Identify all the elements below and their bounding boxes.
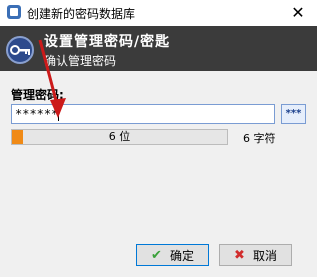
character-count: 6 字符: [243, 132, 276, 145]
check-icon: ✔: [151, 247, 162, 263]
close-button[interactable]: ✕: [287, 2, 309, 24]
banner-title: 设置管理密码/密匙: [44, 34, 171, 50]
app-icon: [7, 5, 21, 19]
password-quality-bar: 6 位: [11, 129, 228, 145]
text-caret: [58, 108, 60, 121]
password-quality-text: 6 位: [108, 130, 131, 143]
password-input[interactable]: ******: [11, 104, 275, 124]
ok-button-label: 确定: [169, 248, 194, 263]
ok-button[interactable]: ✔ 确定: [136, 244, 209, 266]
password-label: 管理密码:: [11, 88, 64, 102]
banner-subtitle: 确认管理密码: [44, 54, 117, 68]
toggle-password-visibility-button[interactable]: ***: [281, 104, 306, 124]
cancel-button-label: 取消: [252, 248, 277, 263]
x-icon: ✖: [234, 247, 245, 263]
window-title: 创建新的密码数据库: [27, 7, 136, 21]
title-bar: 创建新的密码数据库 ✕: [0, 0, 317, 27]
password-value: ******: [15, 107, 59, 121]
key-icon: [6, 36, 34, 64]
cancel-button[interactable]: ✖ 取消: [219, 244, 292, 266]
dialog-window: 创建新的密码数据库 ✕ 设置管理密码/密匙 确认管理密码 管理密码: *****…: [0, 0, 317, 277]
